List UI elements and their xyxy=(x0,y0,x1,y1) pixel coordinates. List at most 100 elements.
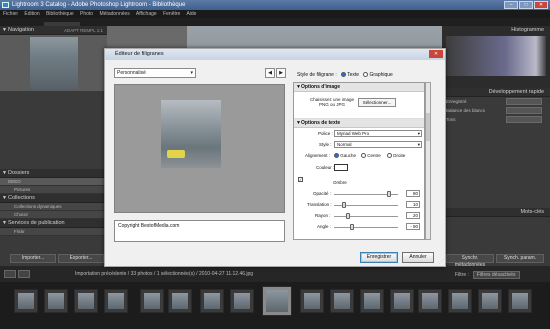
save-button[interactable]: Enregistrer xyxy=(360,252,398,263)
preset-select[interactable]: Personnalisé ▾ xyxy=(114,68,196,78)
resize-grip-icon[interactable]: ⋰ xyxy=(439,259,444,265)
collection-item[interactable]: Choisir xyxy=(0,211,107,219)
quick-develop-label: Enregistré xyxy=(446,99,467,104)
angle-value[interactable]: - 90 xyxy=(406,223,420,230)
filmstrip-thumbnail[interactable] xyxy=(508,289,532,313)
filmstrip-thumbnail[interactable] xyxy=(14,289,38,313)
menu-fichier[interactable]: Fichier xyxy=(3,11,18,17)
filmstrip-thumbnail[interactable] xyxy=(230,289,254,313)
filmstrip-thumbnail[interactable] xyxy=(200,289,224,313)
filter-select[interactable]: Filtres désactivés xyxy=(472,271,520,279)
style-graphic-radio[interactable] xyxy=(363,72,369,78)
angle-label: Angle : xyxy=(317,224,332,229)
tone-select[interactable] xyxy=(506,116,542,123)
minimize-button[interactable]: – xyxy=(504,1,518,9)
style-label: Style : xyxy=(319,142,332,147)
white-balance-select[interactable] xyxy=(506,107,542,114)
screen-1-button[interactable] xyxy=(4,270,16,278)
translation-slider-handle[interactable] xyxy=(342,202,346,208)
shadow-checkbox[interactable]: ✓ xyxy=(298,177,303,182)
next-image-button[interactable]: ▶ xyxy=(276,68,286,78)
collections-header[interactable]: ▼ Collections xyxy=(0,194,107,203)
filmstrip-thumbnail[interactable] xyxy=(418,289,442,313)
collapse-triangle-icon: ▼ xyxy=(2,220,7,226)
select-image-button[interactable]: Sélectionner... xyxy=(358,98,396,107)
navigator-zoom-options[interactable]: ADAPT REMPL 1:1 xyxy=(64,26,103,35)
chevron-down-icon: ▾ xyxy=(417,131,420,136)
right-panel: Histogramme Développement rapide Enregis… xyxy=(442,26,550,266)
import-button[interactable]: Importer... xyxy=(10,254,56,263)
dialog-close-button[interactable]: ✕ xyxy=(429,50,443,58)
align-center-radio[interactable] xyxy=(361,153,366,159)
menu-bibliotheque[interactable]: Bibliothèque xyxy=(46,11,74,17)
cancel-button[interactable]: Annuler xyxy=(402,252,434,263)
filmstrip-thumbnail[interactable] xyxy=(448,289,472,313)
align-right-radio[interactable] xyxy=(387,153,392,159)
collection-item[interactable]: Collections dynamiques xyxy=(0,203,107,211)
filmstrip-thumbnail[interactable] xyxy=(104,289,128,313)
export-button[interactable]: Exporter... xyxy=(58,254,104,263)
filmstrip-thumbnail[interactable] xyxy=(300,289,324,313)
preset-select[interactable] xyxy=(506,98,542,105)
navigator-preview[interactable] xyxy=(0,35,107,91)
screen-2-button[interactable] xyxy=(18,270,30,278)
opacity-value[interactable]: 80 xyxy=(406,190,420,197)
angle-slider-handle[interactable] xyxy=(350,224,354,230)
previous-image-button[interactable]: ◀ xyxy=(265,68,275,78)
scrollbar-thumb[interactable] xyxy=(426,113,430,141)
font-select[interactable]: Myriad Web Pro ▾ xyxy=(334,130,422,137)
filmstrip-thumbnail[interactable] xyxy=(330,289,354,313)
filmstrip-thumbnail-selected[interactable] xyxy=(262,286,292,316)
style-graphic-label[interactable]: Graphique xyxy=(369,72,392,78)
filmstrip-thumbnail[interactable] xyxy=(360,289,384,313)
histogram-header[interactable]: Histogramme xyxy=(442,26,550,35)
filmstrip-thumbnail[interactable] xyxy=(168,289,192,313)
opacity-slider-handle[interactable] xyxy=(387,191,391,197)
quick-develop-header[interactable]: Développement rapide xyxy=(442,88,550,97)
angle-slider[interactable] xyxy=(334,227,398,228)
navigator-title: Navigation xyxy=(8,27,34,33)
navigator-header[interactable]: ▼ Navigation ADAPT REMPL 1:1 xyxy=(0,26,107,35)
folder-item[interactable]: DEEO xyxy=(0,178,107,186)
align-left-option[interactable]: Gauche xyxy=(334,153,356,159)
filmstrip-thumbnail[interactable] xyxy=(390,289,414,313)
watermark-text-field[interactable]: Copyright BestofMedia.com xyxy=(114,220,285,242)
align-left-radio[interactable] xyxy=(334,153,339,159)
quick-develop-title: Développement rapide xyxy=(488,89,544,95)
menu-fenetre[interactable]: Fenêtre xyxy=(163,11,180,17)
keywords-header[interactable]: Mots-clés xyxy=(442,208,550,217)
taxi-in-photo xyxy=(167,150,185,158)
color-swatch[interactable] xyxy=(334,164,348,171)
text-options-header[interactable]: ▼ Options de texte xyxy=(294,119,424,128)
font-style-select[interactable]: Normal ▾ xyxy=(334,141,422,148)
menu-aide[interactable]: Aide xyxy=(186,11,196,17)
align-center-option[interactable]: Centre xyxy=(361,153,381,159)
filmstrip-thumbnail[interactable] xyxy=(74,289,98,313)
folders-header[interactable]: ▼ Dossiers xyxy=(0,169,107,178)
radius-slider[interactable] xyxy=(334,216,398,217)
filmstrip-thumbnail[interactable] xyxy=(478,289,502,313)
folder-item[interactable]: Pictures xyxy=(0,186,107,194)
menu-edition[interactable]: Edition xyxy=(24,11,39,17)
style-text-label[interactable]: Texte xyxy=(347,72,359,78)
options-scrollbar[interactable] xyxy=(425,82,431,240)
translation-value[interactable]: 10 xyxy=(406,201,420,208)
filmstrip-thumbnail[interactable] xyxy=(140,289,164,313)
radius-slider-handle[interactable] xyxy=(346,213,350,219)
image-options-header[interactable]: ▼ Options d'image xyxy=(294,83,424,92)
filmstrip-thumbnail[interactable] xyxy=(44,289,68,313)
style-text-radio[interactable] xyxy=(341,72,347,78)
sync-metadata-button[interactable]: Synchr. métadonnées xyxy=(446,254,494,268)
publish-item[interactable]: Flickr xyxy=(0,228,107,236)
sync-settings-button[interactable]: Synch. param. xyxy=(496,254,544,263)
close-window-button[interactable]: ✕ xyxy=(534,1,548,9)
radius-value[interactable]: 20 xyxy=(406,212,420,219)
maximize-button[interactable]: □ xyxy=(519,1,533,9)
menu-affichage[interactable]: Affichage xyxy=(136,11,157,17)
publish-services-header[interactable]: ▼ Services de publication xyxy=(0,219,107,228)
align-right-label: Droite xyxy=(393,153,406,158)
align-right-option[interactable]: Droite xyxy=(387,153,406,159)
menu-photo[interactable]: Photo xyxy=(80,11,93,17)
source-path: Importation précédente / 33 photos / 1 s… xyxy=(75,271,254,277)
menu-metadonnees[interactable]: Métadonnées xyxy=(99,11,129,17)
